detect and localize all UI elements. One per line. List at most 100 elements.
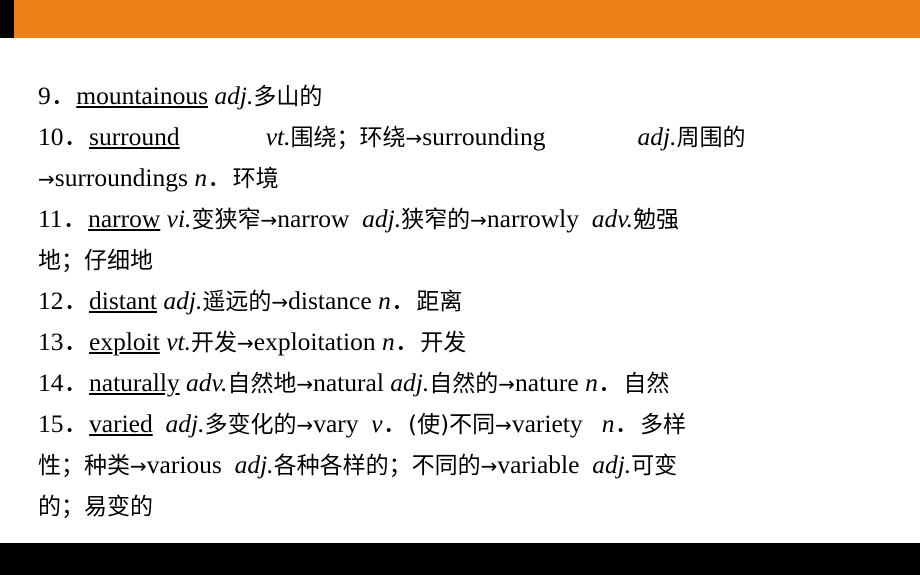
part-of-speech: n: [378, 286, 391, 315]
top-banner-left-block: [0, 0, 14, 38]
top-orange-banner: [0, 0, 920, 38]
headword: narrow: [88, 204, 161, 233]
chinese-gloss: 多山的: [253, 84, 323, 110]
chinese-gloss: 变狭窄: [191, 207, 261, 233]
headword: surround: [89, 122, 180, 151]
part-of-speech: vt.: [265, 122, 291, 151]
derived-word: distance: [288, 286, 379, 315]
entry-number: 9．: [38, 81, 77, 110]
entry-number: 10．: [38, 122, 90, 151]
derived-word: ．: [390, 286, 417, 315]
chinese-gloss: 性；种类: [38, 453, 130, 479]
slide: 9．mountainous adj.多山的 10．surround vt.围绕；环绕…: [0, 0, 920, 575]
part-of-speech: adv.: [186, 368, 228, 397]
vocabulary-list: 9．mountainous adj.多山的 10．surround vt.围绕；环绕…: [0, 38, 920, 543]
part-of-speech: adj.: [390, 368, 430, 397]
arrow-icon: →: [260, 208, 278, 232]
entry-number: 12．: [38, 286, 90, 315]
derived-word: variable: [497, 450, 580, 479]
chinese-gloss: (使)不同: [408, 412, 496, 438]
chinese-gloss: 可变: [631, 453, 678, 479]
chinese-gloss: 勉强: [633, 207, 680, 233]
part-of-speech: adj.: [592, 450, 632, 479]
headword: exploit: [89, 327, 160, 356]
arrow-icon: →: [130, 454, 147, 478]
derived-word: narrow: [277, 204, 350, 233]
derived-word: vary: [313, 409, 359, 438]
chinese-gloss: 环境: [232, 166, 279, 192]
arrow-icon: →: [237, 331, 254, 355]
part-of-speech: n: [381, 327, 395, 356]
headword: distant: [89, 286, 158, 315]
entry-number: 15．: [38, 409, 90, 438]
derived-word: various: [146, 450, 222, 479]
part-of-speech: adj.: [637, 122, 677, 151]
vocab-line: 9．mountainous adj.多山的: [38, 76, 882, 117]
part-of-speech: adj.: [214, 81, 254, 110]
chinese-gloss: 狭窄的: [401, 207, 471, 233]
vocab-line: 性；种类→various adj.各种各样的；不同的→variable adj.…: [38, 445, 882, 486]
vocab-line: 11．narrow vi.变狭窄→narrow adj.狭窄的→narrowly…: [38, 199, 882, 240]
chinese-gloss: 自然地: [227, 371, 297, 397]
vocab-line: 10．surround vt.围绕；环绕→surrounding adj.周围的: [38, 117, 882, 158]
vocab-line: 地；仔细地: [38, 240, 882, 281]
headword: naturally: [89, 368, 180, 397]
chinese-gloss: 距离: [416, 289, 463, 315]
chinese-gloss: 围绕；环绕: [290, 125, 406, 151]
derived-word: nature: [515, 368, 586, 397]
vocab-line: →surroundings n．环境: [38, 158, 882, 199]
derived-word: ．: [207, 163, 233, 192]
derived-word: natural: [313, 368, 391, 397]
arrow-icon: →: [480, 454, 498, 478]
chinese-gloss: 遥远的: [202, 289, 272, 315]
vocab-line: 15．varied adj.多变化的→vary v．(使)不同→variety …: [38, 404, 882, 445]
derived-word: ．: [614, 409, 641, 438]
entry-number: 13．: [38, 327, 90, 356]
part-of-speech: n: [585, 368, 598, 397]
derived-word: ．: [597, 368, 624, 397]
part-of-speech: adv.: [591, 204, 634, 233]
arrow-icon: →: [38, 167, 55, 191]
derived-word: variety: [511, 409, 583, 438]
part-of-speech: adj.: [165, 409, 205, 438]
derived-word: ．: [394, 327, 421, 356]
part-of-speech: v: [371, 409, 383, 438]
part-of-speech: n: [601, 409, 615, 438]
vocab-line: 13．exploit vt.开发→exploitation n．开发: [38, 322, 882, 363]
chinese-gloss: 自然的: [429, 371, 499, 397]
chinese-gloss: 的；易变的: [38, 494, 153, 520]
bottom-black-bar: [0, 543, 920, 575]
chinese-gloss: 地；仔细地: [38, 248, 153, 274]
vocab-line: 12．distant adj.遥远的→distance n．距离: [38, 281, 882, 322]
derived-word: surroundings: [54, 163, 195, 192]
arrow-icon: →: [296, 372, 314, 396]
part-of-speech: adj.: [362, 204, 402, 233]
part-of-speech: n: [194, 163, 208, 192]
chinese-gloss: 自然: [623, 371, 670, 397]
part-of-speech: adj.: [234, 450, 274, 479]
headword: mountainous: [76, 81, 209, 110]
entry-number: 11．: [38, 204, 89, 233]
arrow-icon: →: [296, 413, 314, 437]
vocab-line: 的；易变的: [38, 486, 882, 527]
chinese-gloss: 各种各样的；不同的: [273, 453, 481, 479]
part-of-speech: vi.: [166, 204, 192, 233]
arrow-icon: →: [271, 290, 289, 314]
derived-word: narrowly: [486, 204, 579, 233]
arrow-icon: →: [470, 208, 487, 232]
arrow-icon: →: [495, 413, 512, 437]
derived-word: exploitation: [253, 327, 382, 356]
part-of-speech: vt.: [166, 327, 191, 356]
arrow-icon: →: [498, 372, 516, 396]
chinese-gloss: 开发: [420, 330, 467, 356]
chinese-gloss: 周围的: [676, 125, 746, 151]
part-of-speech: adj.: [163, 286, 203, 315]
chinese-gloss: 开发: [191, 330, 237, 356]
arrow-icon: →: [405, 126, 423, 150]
headword: varied: [89, 409, 153, 438]
